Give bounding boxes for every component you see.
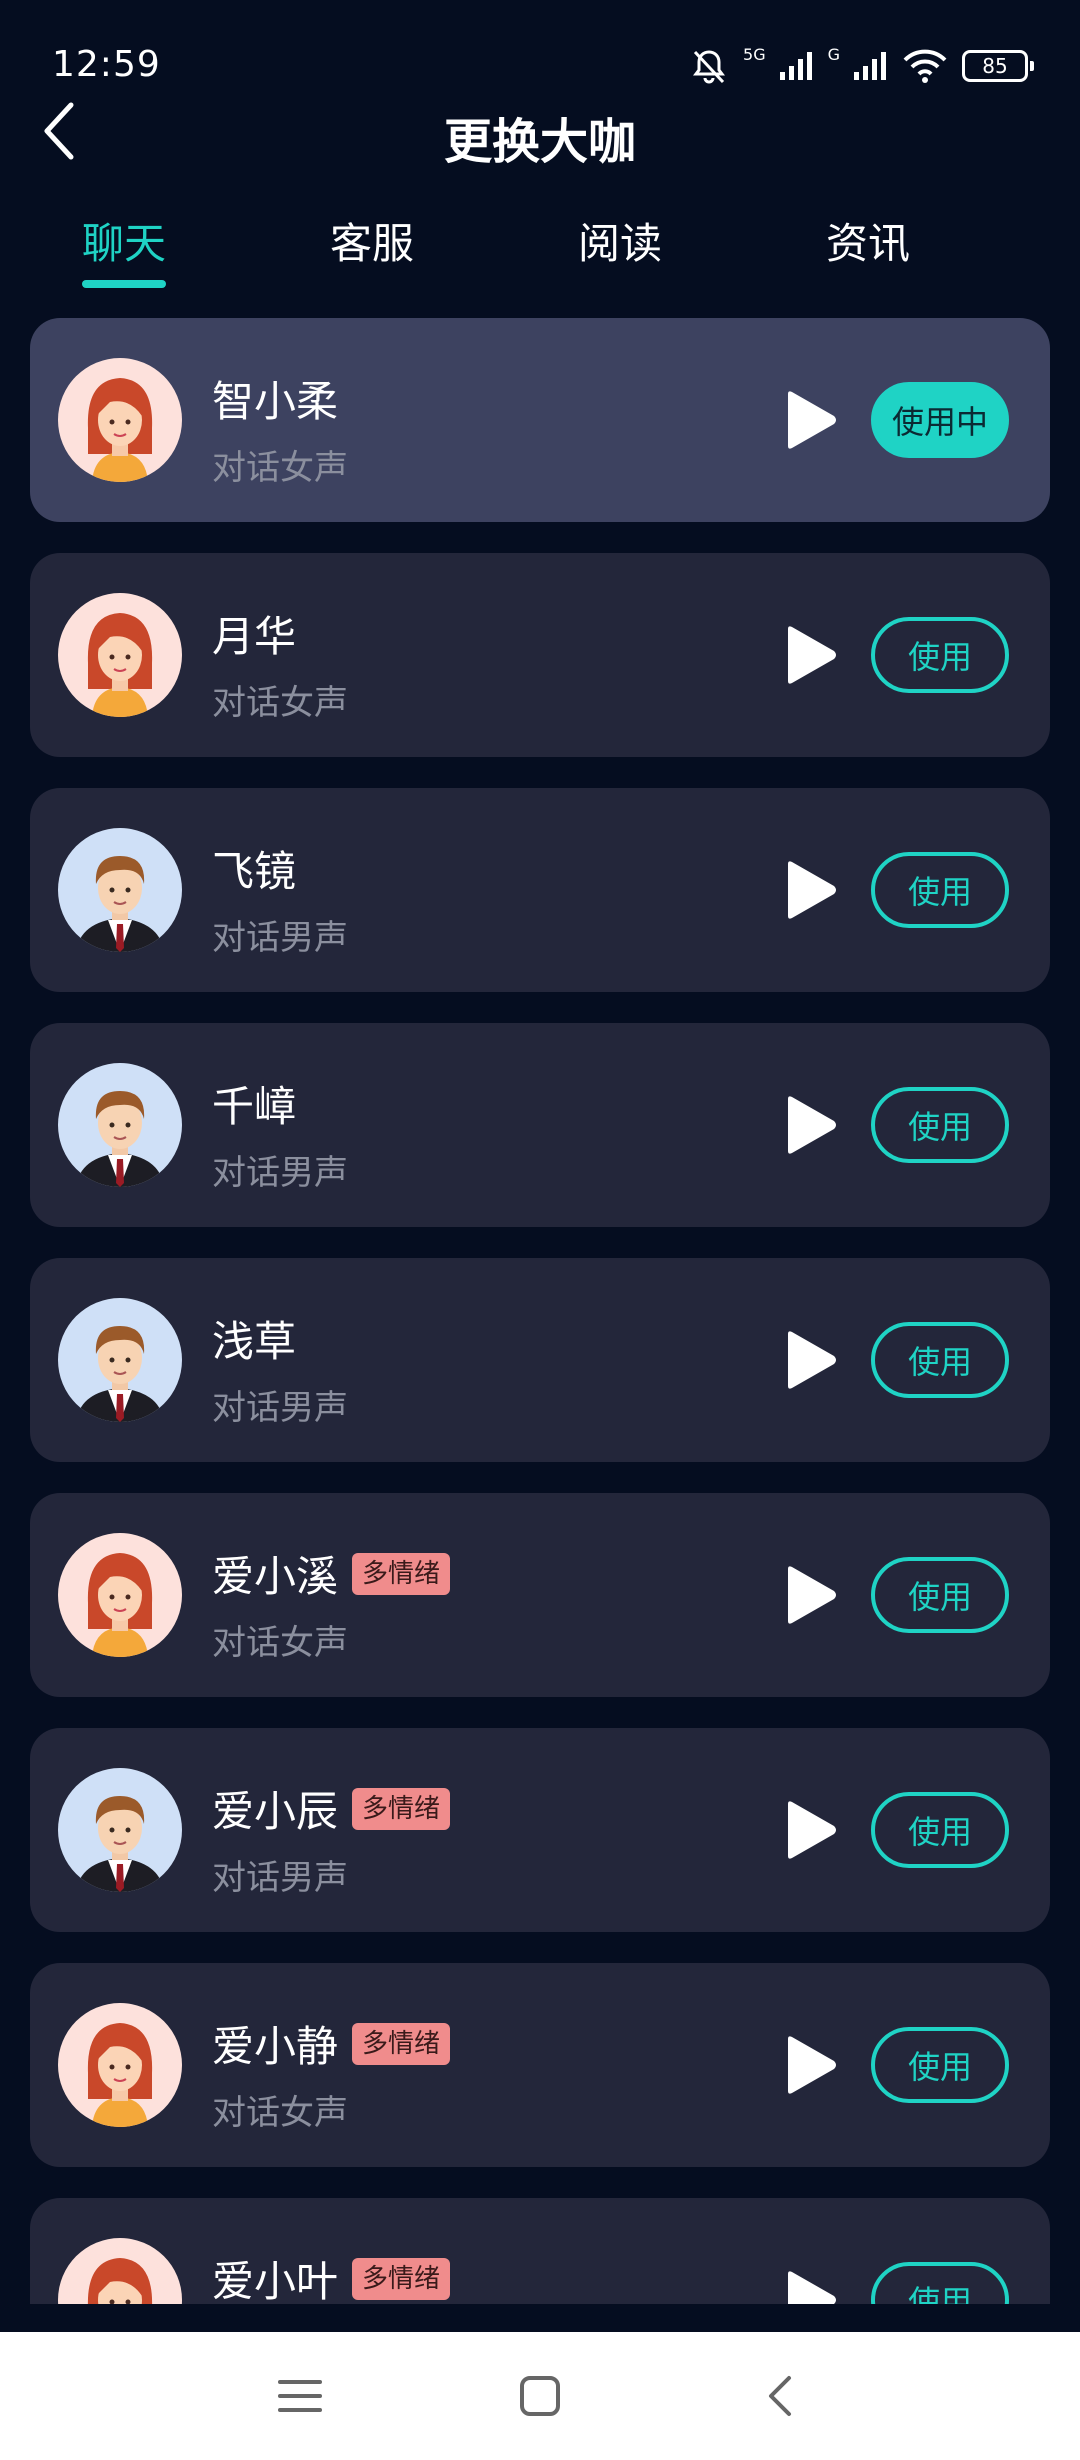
- voice-list[interactable]: 智小柔 对话女声 使用中 月华 对话女声 使用 飞镜 对话男声 使用 千嶂 对话男声 使用 浅草 对话男声…: [30, 318, 1050, 2304]
- play-icon[interactable]: [774, 1326, 842, 1394]
- play-icon[interactable]: [774, 621, 842, 689]
- voice-name: 飞镜: [212, 847, 297, 896]
- voice-name: 爱小辰: [212, 1787, 339, 1836]
- voice-name-row: 爱小叶 多情绪: [212, 2248, 451, 2304]
- female-avatar: [58, 593, 182, 717]
- play-icon[interactable]: [774, 2266, 842, 2304]
- voice-description: 对话男声: [212, 1388, 348, 1428]
- female-avatar: [58, 2238, 182, 2304]
- network-type-label-1: 5G: [743, 44, 766, 64]
- home-square-icon: [520, 2376, 560, 2416]
- voice-description: 对话女声: [212, 683, 348, 723]
- male-avatar: [58, 828, 182, 952]
- mute-bell-icon: [693, 50, 726, 84]
- use-button[interactable]: 使用: [871, 852, 1009, 928]
- voice-description: 对话女声: [212, 448, 348, 488]
- voice-name-row: 智小柔: [212, 368, 338, 429]
- voice-name: 爱小静: [212, 2022, 339, 2071]
- status-time: 12:59: [52, 44, 161, 85]
- play-icon[interactable]: [774, 856, 842, 924]
- signal-icon: [779, 52, 812, 80]
- male-avatar: [58, 1768, 182, 1892]
- play-icon[interactable]: [774, 1091, 842, 1159]
- use-button[interactable]: 使用: [871, 2027, 1009, 2103]
- voice-card[interactable]: 浅草对话男声 使用: [30, 1258, 1050, 1462]
- voice-description: 对话男声: [212, 918, 348, 958]
- tab-bar: 聊天 客服 阅读 资讯: [0, 200, 1080, 300]
- voice-description: 对话男声: [212, 1858, 348, 1898]
- voice-name: 浅草: [212, 1317, 297, 1366]
- tab-chat[interactable]: 聊天: [82, 210, 166, 271]
- network-type-label-2: G: [827, 44, 840, 64]
- play-icon[interactable]: [774, 1796, 842, 1864]
- voice-name-row: 月华: [212, 603, 296, 664]
- use-button[interactable]: 使用: [871, 1792, 1009, 1868]
- female-avatar: [58, 1533, 182, 1657]
- voice-card[interactable]: 爱小静 多情绪 对话女声 使用: [30, 1963, 1050, 2167]
- use-button[interactable]: 使用: [871, 617, 1009, 693]
- voice-description: 对话男声: [212, 1153, 348, 1193]
- voice-description: 对话女声: [212, 1623, 348, 1663]
- use-button[interactable]: 使用: [871, 1087, 1009, 1163]
- status-icons: 5G G 85: [689, 44, 1034, 88]
- wifi-icon: [903, 49, 947, 83]
- voice-name-row: 浅草: [212, 1308, 296, 1369]
- voice-description: 对话女声: [212, 2093, 348, 2133]
- voice-name: 月华: [212, 612, 297, 661]
- use-button[interactable]: 使用: [871, 1557, 1009, 1633]
- page-title: 更换大咖: [443, 114, 636, 170]
- in-use-button[interactable]: 使用中: [871, 382, 1009, 458]
- male-avatar: [58, 1298, 182, 1422]
- emotion-tag: 多情绪: [352, 1552, 451, 1595]
- tab-news[interactable]: 资讯: [826, 210, 910, 271]
- emotion-tag: 多情绪: [352, 2257, 451, 2300]
- tab-active-indicator: [82, 280, 166, 288]
- tab-customer-service[interactable]: 客服: [330, 210, 414, 271]
- female-avatar: [58, 358, 182, 482]
- voice-name-row: 千嶂: [212, 1073, 296, 1134]
- menu-icon: [278, 2380, 322, 2412]
- nav-menu-button[interactable]: [270, 2366, 330, 2426]
- voice-name: 智小柔: [212, 377, 339, 426]
- female-avatar: [58, 2003, 182, 2127]
- use-button[interactable]: 使用: [871, 1322, 1009, 1398]
- voice-name: 爱小溪: [212, 1552, 339, 1601]
- header: 更换大咖: [0, 90, 1080, 172]
- system-nav-bar: [0, 2332, 1080, 2460]
- voice-name-row: 爱小辰 多情绪: [212, 1778, 451, 1839]
- voice-name-row: 飞镜: [212, 838, 296, 899]
- voice-name: 千嶂: [212, 1082, 297, 1131]
- male-avatar: [58, 1063, 182, 1187]
- battery-indicator: 85: [962, 50, 1034, 82]
- voice-name-row: 爱小静 多情绪: [212, 2013, 451, 2074]
- voice-card[interactable]: 爱小叶多情绪对话女声使用: [30, 2198, 1050, 2304]
- voice-card[interactable]: 智小柔对话女声 使用中: [30, 318, 1050, 522]
- emotion-tag: 多情绪: [352, 1787, 451, 1830]
- play-icon[interactable]: [774, 386, 842, 454]
- signal-icon-2: [854, 52, 886, 80]
- voice-card[interactable]: 爱小溪 多情绪 对话女声 使用: [30, 1493, 1050, 1697]
- use-button[interactable]: 使用: [871, 2262, 1009, 2304]
- play-icon[interactable]: [774, 1561, 842, 1629]
- voice-card[interactable]: 千嶂对话男声 使用: [30, 1023, 1050, 1227]
- back-chevron-icon: [769, 2376, 791, 2416]
- voice-card[interactable]: 爱小辰 多情绪 对话男声 使用: [30, 1728, 1050, 1932]
- voice-card[interactable]: 飞镜对话男声 使用: [30, 788, 1050, 992]
- voice-card[interactable]: 月华对话女声 使用: [30, 553, 1050, 757]
- emotion-tag: 多情绪: [352, 2022, 451, 2065]
- nav-back-button[interactable]: [750, 2366, 810, 2426]
- tab-reading[interactable]: 阅读: [578, 210, 662, 271]
- voice-name: 爱小叶: [212, 2257, 339, 2304]
- play-icon[interactable]: [774, 2031, 842, 2099]
- voice-name-row: 爱小溪 多情绪: [212, 1543, 451, 1604]
- nav-home-button[interactable]: [510, 2366, 570, 2426]
